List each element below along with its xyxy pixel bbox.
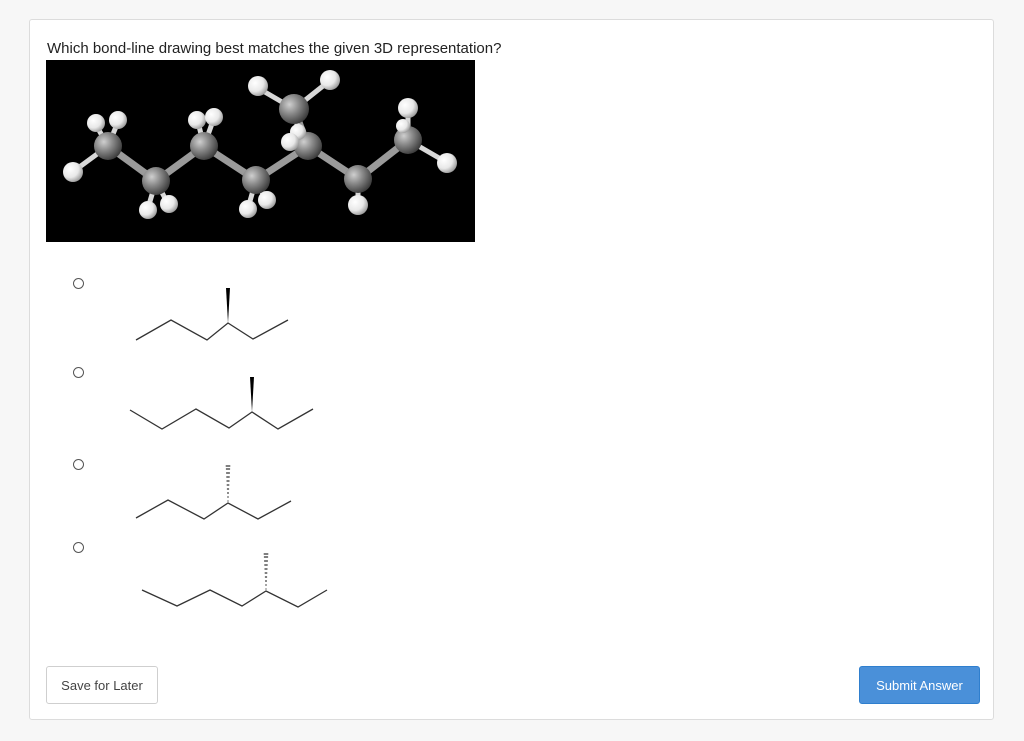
bond-line-drawing-option-4	[141, 553, 328, 608]
question-card: Which bond-line drawing best matches the…	[29, 19, 994, 720]
bond-line-drawing-option-2	[129, 377, 314, 430]
radio-button-option-1[interactable]	[73, 278, 84, 289]
bond-line-drawing-option-3	[135, 465, 292, 520]
ball-and-stick-model-image	[46, 60, 475, 242]
bond-line-drawing-option-1	[135, 288, 289, 341]
radio-button-option-3[interactable]	[73, 459, 84, 470]
save-for-later-button[interactable]: Save for Later	[46, 666, 158, 704]
submit-answer-button[interactable]: Submit Answer	[859, 666, 980, 704]
question-text: Which bond-line drawing best matches the…	[47, 40, 502, 57]
radio-button-option-4[interactable]	[73, 542, 84, 553]
radio-button-option-2[interactable]	[73, 367, 84, 378]
